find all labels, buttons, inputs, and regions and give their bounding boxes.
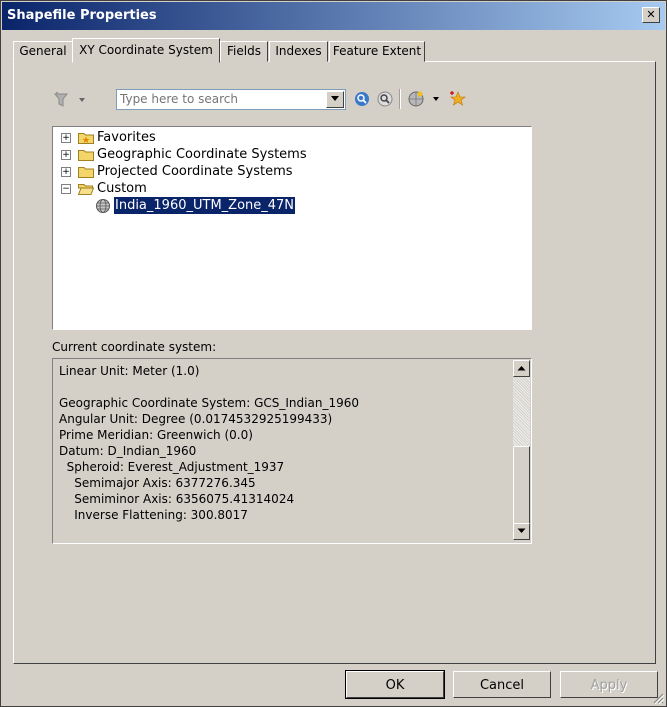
arrow-up-icon	[517, 366, 526, 371]
close-button[interactable]: ✕	[642, 7, 660, 23]
chevron-down-icon	[331, 96, 339, 101]
cancel-button[interactable]: Cancel	[453, 671, 551, 698]
tree-item-label: India_1960_UTM_Zone_47N	[112, 196, 297, 215]
apply-button[interactable]: Apply	[560, 671, 658, 698]
search-dropdown-button[interactable]	[326, 91, 344, 108]
current-coordinate-system-text: Linear Unit: Meter (1.0) Geographic Coor…	[59, 364, 359, 522]
expand-icon[interactable]: +	[61, 150, 71, 160]
title-bar[interactable]: Shapefile Properties ✕	[2, 2, 665, 30]
favorites-folder-icon	[78, 133, 94, 144]
scroll-thumb[interactable]	[513, 446, 530, 524]
arrow-down-icon	[517, 528, 526, 533]
vertical-scrollbar[interactable]	[513, 360, 530, 540]
collapse-icon[interactable]: −	[61, 184, 71, 194]
scroll-down-button[interactable]	[513, 523, 530, 540]
resize-grip-icon[interactable]	[652, 692, 664, 704]
star-icon	[450, 91, 466, 106]
globe-dropdown-icon	[408, 91, 439, 107]
dialog-window: Shapefile Properties ✕ General XY Coordi…	[0, 0, 667, 707]
clear-search-button[interactable]	[376, 90, 394, 108]
scroll-up-button[interactable]	[513, 360, 530, 377]
toolbar-separator	[399, 89, 401, 109]
coordinate-system-tree[interactable]: + Favorites + Geographic Coordinate Syst…	[52, 126, 532, 330]
current-coordinate-system-label: Current coordinate system:	[52, 340, 217, 354]
ok-button[interactable]: OK	[345, 670, 445, 699]
filter-dropdown-button[interactable]	[53, 91, 91, 109]
folder-icon	[78, 167, 94, 178]
tree-item-projected-coordinate-systems[interactable]: + Projected Coordinate Systems	[53, 163, 523, 180]
close-icon: ✕	[646, 8, 656, 21]
expand-icon[interactable]: +	[61, 133, 71, 143]
tree-item-label: Favorites	[97, 130, 156, 145]
expand-icon[interactable]: +	[61, 167, 71, 177]
search-field[interactable]	[116, 89, 346, 110]
tree-item-custom[interactable]: − Custom	[53, 180, 523, 197]
tab-fields[interactable]: Fields	[220, 41, 268, 62]
tree-item-india-1960-utm-zone-47n[interactable]: India_1960_UTM_Zone_47N	[53, 196, 523, 215]
tree-item-label: Projected Coordinate Systems	[97, 164, 293, 179]
search-icon	[355, 92, 369, 106]
folder-icon	[78, 150, 94, 161]
tab-general[interactable]: General	[13, 41, 73, 62]
tree-item-favorites[interactable]: + Favorites	[53, 129, 523, 146]
clear-search-icon	[377, 91, 393, 107]
filter-icon	[53, 92, 85, 107]
tree-item-geographic-coordinate-systems[interactable]: + Geographic Coordinate Systems	[53, 146, 523, 163]
globe-icon	[96, 199, 110, 213]
current-coordinate-system-box[interactable]: Linear Unit: Meter (1.0) Geographic Coor…	[52, 358, 532, 544]
search-button[interactable]	[353, 90, 371, 108]
tree-item-label: Geographic Coordinate Systems	[97, 147, 307, 162]
window-title: Shapefile Properties	[7, 8, 157, 23]
tree-item-label: Custom	[97, 181, 147, 196]
search-input[interactable]	[117, 90, 320, 107]
tab-xy-coordinate-system[interactable]: XY Coordinate System	[72, 38, 220, 63]
tab-feature-extent[interactable]: Feature Extent	[329, 41, 425, 62]
add-to-favorites-button[interactable]	[449, 90, 467, 108]
add-coordinate-system-button[interactable]	[407, 90, 445, 108]
tab-indexes[interactable]: Indexes	[269, 41, 328, 62]
open-folder-icon	[78, 184, 94, 195]
